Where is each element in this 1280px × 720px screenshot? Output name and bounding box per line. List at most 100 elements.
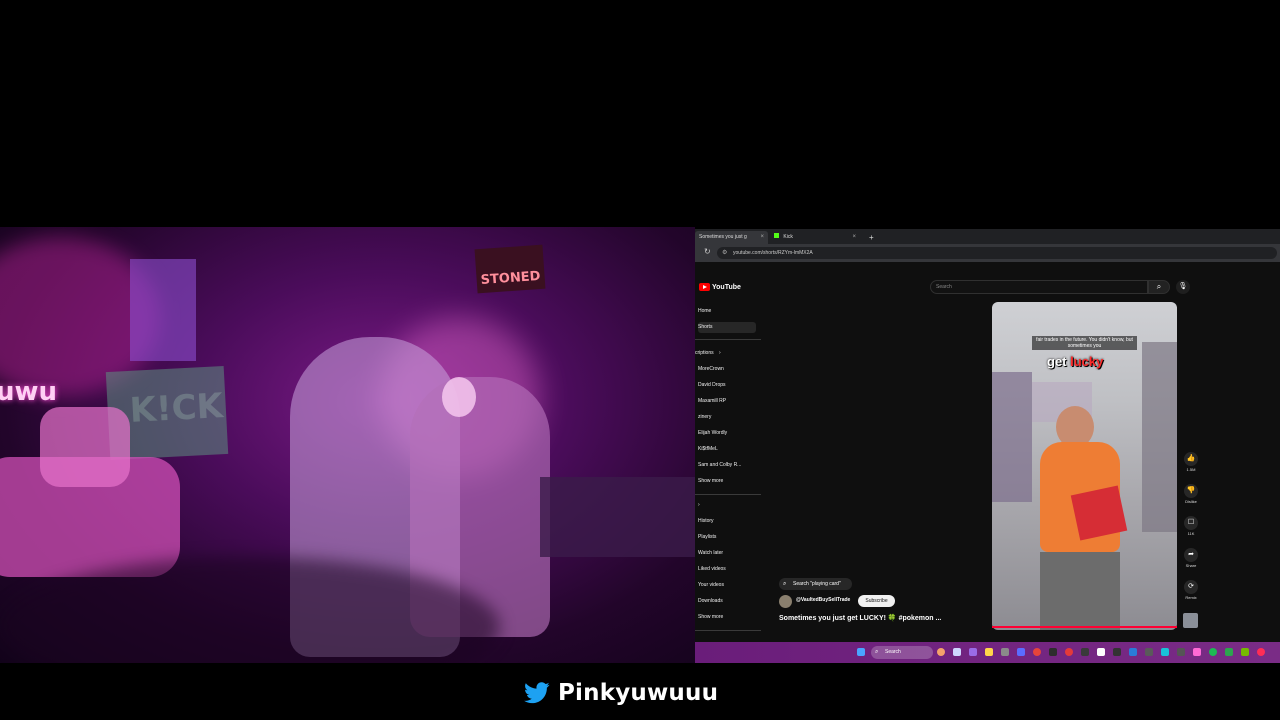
youtube-logo[interactable]: YouTube — [699, 282, 741, 294]
app-icon[interactable] — [1193, 648, 1201, 656]
sidebar-subscription-item[interactable]: zinery — [698, 412, 756, 423]
sidebar-subscription-item[interactable]: Elijah Wordly — [698, 428, 756, 439]
remix-button[interactable]: ⟳ Remix — [1181, 580, 1201, 601]
sidebar-item-label: Home — [698, 308, 712, 314]
search-input[interactable]: Search — [930, 280, 1148, 294]
sidebar-item-label: Ki$tfMeL — [698, 446, 718, 452]
video-progress-bar[interactable] — [992, 626, 1177, 628]
sidebar-you-item[interactable]: Liked videos — [698, 564, 756, 575]
site-info-icon[interactable]: ⚙ — [722, 247, 727, 259]
red-box — [1070, 485, 1128, 541]
widgets-icon[interactable] — [937, 648, 945, 656]
steam-icon[interactable] — [1129, 648, 1137, 656]
kick-favicon-icon — [774, 233, 779, 238]
comment-button[interactable]: ☐ 11K — [1181, 516, 1201, 537]
dislike-button[interactable]: 👎 Dislike — [1181, 484, 1201, 505]
sidebar-subscriptions-header[interactable]: criptions › — [695, 348, 753, 359]
tab-label: Kick — [783, 234, 793, 240]
task-view-icon[interactable] — [953, 648, 961, 656]
start-menu-icon[interactable] — [857, 648, 865, 656]
sidebar-divider — [695, 494, 761, 495]
sidebar-subscription-item[interactable]: Maxamill RP — [698, 396, 756, 407]
chevron-right-icon: › — [698, 502, 700, 508]
channel-name[interactable]: @VaultedBuySellTrade — [796, 597, 850, 603]
taskbar-search[interactable]: ⌕ Search — [871, 646, 933, 659]
app-icon[interactable] — [1049, 648, 1057, 656]
sidebar-item-shorts[interactable]: Shorts — [698, 322, 756, 333]
sidebar-item-label: Liked videos — [698, 566, 726, 572]
app-icon[interactable] — [969, 648, 977, 656]
video-overlay-text: get lucky — [1047, 354, 1103, 369]
close-tab-icon[interactable]: × — [852, 231, 856, 244]
app-icon[interactable] — [1161, 648, 1169, 656]
sidebar-item-label: Elijah Wordly — [698, 430, 728, 436]
sidebar-item-home[interactable]: Home — [698, 306, 756, 317]
sidebar-item-label: David Drops — [698, 382, 726, 388]
app-icon[interactable] — [1113, 648, 1121, 656]
youtube-play-icon — [699, 283, 710, 291]
short-video-player[interactable]: fair trades in the future. You didn't kn… — [992, 302, 1177, 630]
couch-pillow — [40, 407, 130, 487]
channel-avatar[interactable] — [779, 595, 792, 608]
tab-bar: Sometimes you just g × Kick × + — [695, 229, 1280, 244]
search-suggestion-chip[interactable]: ⌕ Search "playing card" — [779, 578, 852, 590]
comment-count: 11K — [1187, 531, 1195, 536]
tab-kick[interactable]: Kick × — [770, 231, 860, 244]
chrome-icon[interactable] — [1033, 648, 1041, 656]
sidebar-subscription-item[interactable]: Sam and Colby R... — [698, 460, 756, 471]
neon-sign-uwu: uwu — [0, 377, 58, 407]
voice-search-button[interactable]: 🎙 — [1176, 280, 1190, 294]
app-icon[interactable] — [1257, 648, 1265, 656]
sidebar-item-label: Playlists — [698, 534, 717, 540]
sidebar-you-item[interactable]: Playlists — [698, 532, 756, 543]
sidebar-you-item[interactable]: Downloads — [698, 596, 756, 607]
sidebar-item-label: zinery — [698, 414, 712, 420]
nvidia-icon[interactable] — [1241, 648, 1249, 656]
sidebar-you-item[interactable]: Your videos — [698, 580, 756, 591]
sidebar-item-label: Your videos — [698, 582, 724, 588]
close-tab-icon[interactable]: × — [760, 231, 764, 244]
sidebar-item-label: History — [698, 518, 714, 524]
like-button[interactable]: 👍 1.5M — [1181, 452, 1201, 473]
sidebar-divider — [695, 630, 761, 631]
sidebar-item-label: Maxamill RP — [698, 398, 727, 404]
tab-label: Sometimes you just g — [699, 234, 747, 240]
logo-text: YouTube — [712, 284, 741, 291]
spotify-icon[interactable] — [1209, 648, 1217, 656]
sidebar-item-label: Shorts — [698, 324, 713, 330]
search-placeholder: Search — [936, 284, 952, 290]
section-header: criptions — [695, 350, 714, 356]
sidebar-item-label: MoreCrown — [698, 366, 724, 372]
sidebar-subscription-item[interactable]: David Drops — [698, 380, 756, 391]
share-button[interactable]: ➦ Share — [1181, 548, 1201, 569]
wall-poster — [130, 259, 196, 361]
app-icon[interactable] — [1081, 648, 1089, 656]
url-field[interactable]: ⚙ youtube.com/shorts/RZYm-lmMX2A — [717, 247, 1277, 259]
overlay-word: get — [1047, 354, 1067, 369]
video-title[interactable]: Sometimes you just get LUCKY! 🍀 #pokemon… — [779, 614, 941, 622]
sidebar-show-more-you[interactable]: Show more — [698, 612, 756, 623]
app-icon[interactable] — [1177, 648, 1185, 656]
sidebar-subscription-item[interactable]: Ki$tfMeL — [698, 444, 756, 455]
app-icon[interactable] — [1001, 648, 1009, 656]
file-explorer-icon[interactable] — [985, 648, 993, 656]
subscribe-button[interactable]: Subscribe — [858, 595, 895, 607]
sidebar-you-item[interactable]: History — [698, 516, 756, 527]
reload-icon[interactable]: ↻ — [704, 247, 711, 256]
sidebar-item-label: Show more — [698, 478, 724, 484]
chevron-right-icon: › — [719, 350, 721, 356]
sidebar-you-item[interactable]: Watch later — [698, 548, 756, 559]
sidebar-you-header[interactable]: › — [698, 500, 756, 511]
tab-youtube-short[interactable]: Sometimes you just g × — [695, 231, 768, 244]
app-icon[interactable] — [1145, 648, 1153, 656]
sidebar-show-more-subscriptions[interactable]: Show more — [698, 476, 756, 487]
app-icon[interactable] — [1225, 648, 1233, 656]
sidebar-item-label: Sam and Colby R... — [698, 462, 742, 468]
app-icon[interactable] — [1065, 648, 1073, 656]
sound-thumbnail[interactable] — [1183, 613, 1198, 628]
new-tab-button[interactable]: + — [865, 231, 877, 244]
search-button[interactable]: ⌕ — [1148, 280, 1170, 294]
sidebar-subscription-item[interactable]: MoreCrown — [698, 364, 756, 375]
app-icon[interactable] — [1097, 648, 1105, 656]
discord-icon[interactable] — [1017, 648, 1025, 656]
